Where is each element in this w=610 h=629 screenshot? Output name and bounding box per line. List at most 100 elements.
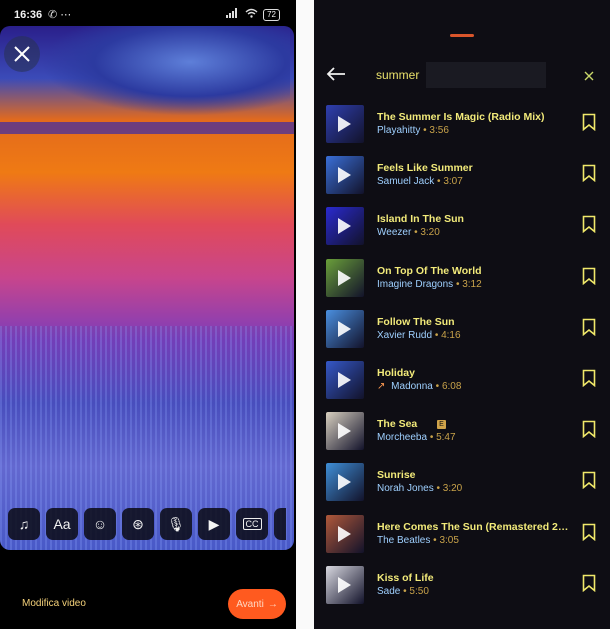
song-artist: Madonna (391, 380, 433, 392)
list-item[interactable]: Island In The Sun Weezer • 3:20 (326, 205, 604, 256)
song-meta: Imagine Dragons • 3:12 (377, 279, 482, 290)
song-artist: Norah Jones (377, 483, 434, 495)
album-art[interactable] (326, 565, 364, 604)
album-art[interactable] (326, 463, 364, 502)
close-icon (14, 46, 30, 62)
status-bar: 16:36 ✆ ⋯ 72 (0, 0, 296, 28)
album-art[interactable] (326, 207, 364, 246)
song-meta: The Beatles • 3:05 (377, 535, 459, 546)
play-icon (338, 167, 351, 184)
bookmark-button[interactable] (582, 113, 596, 136)
panel-divider (296, 0, 314, 629)
list-item[interactable]: On Top Of The World Imagine Dragons • 3:… (326, 257, 604, 308)
arrow-right-icon: → (267, 598, 278, 610)
text-icon: Aa (53, 516, 71, 532)
bookmark-button[interactable] (582, 523, 596, 546)
battery-indicator: 72 (263, 8, 280, 21)
song-title: The Sea (377, 418, 418, 431)
bookmark-button[interactable] (582, 574, 596, 597)
preview-shore (0, 122, 294, 134)
bookmark-button[interactable] (582, 420, 596, 443)
song-meta: ↗ Madonna • 6:08 (377, 381, 461, 392)
song-duration: 3:20 (420, 227, 440, 239)
sheet-drag-handle[interactable] (450, 34, 474, 37)
back-button[interactable] (326, 66, 346, 87)
song-duration: 5:50 (409, 585, 429, 597)
bookmark-button[interactable] (582, 471, 596, 494)
song-duration: 6:08 (441, 380, 462, 392)
bookmark-button[interactable] (582, 267, 596, 290)
song-duration: 3:12 (462, 278, 482, 290)
bookmark-icon (582, 574, 596, 592)
video-preview[interactable] (0, 26, 294, 550)
edit-video-link[interactable]: Modifica video (22, 598, 86, 609)
more-tools-button[interactable] (274, 508, 286, 540)
bookmark-icon (582, 216, 596, 234)
voiceover-button[interactable]: 🎙 (160, 508, 192, 540)
song-title: Kiss of Life (377, 571, 434, 584)
wifi-icon (245, 8, 258, 21)
album-art[interactable] (326, 105, 364, 143)
list-item[interactable]: Holiday ↗ Madonna • 6:08 (326, 359, 604, 410)
bookmark-icon (582, 369, 596, 388)
song-duration: 3:56 (429, 125, 449, 136)
captions-button[interactable]: CC (236, 508, 268, 540)
song-artist: Weezer (377, 227, 412, 239)
song-title: On Top Of The World (377, 264, 482, 277)
signal-icon (226, 8, 240, 21)
sticker-button[interactable]: ☺ (84, 508, 116, 540)
list-item[interactable]: Sunrise Norah Jones • 3:20 (326, 461, 604, 512)
clear-search-button[interactable] (584, 68, 594, 86)
status-time: 16:36 (14, 9, 43, 21)
add-clip-button[interactable]: ▶ (198, 508, 230, 540)
song-meta: Norah Jones • 3:20 (377, 483, 462, 494)
text-button[interactable]: Aa (46, 508, 78, 540)
list-item[interactable]: Kiss of Life Sade • 5:50 (326, 564, 604, 615)
bookmark-icon (582, 164, 596, 183)
song-title: Follow The Sun (377, 315, 455, 328)
play-icon (338, 116, 351, 132)
next-button[interactable]: Avanti → (228, 589, 286, 619)
music-button[interactable]: ♫ (8, 508, 40, 540)
effects-button[interactable]: ⊛ (122, 508, 154, 540)
bookmark-button[interactable] (582, 369, 596, 392)
list-item[interactable]: Here Comes The Sun (Remastered 20… The B… (326, 513, 604, 564)
song-artist: The Beatles (377, 534, 431, 546)
album-art[interactable] (326, 258, 364, 297)
song-title: Sunrise (377, 469, 416, 482)
song-title: Here Comes The Sun (Remastered 20… (377, 520, 573, 533)
close-button[interactable] (4, 36, 40, 72)
explicit-badge-icon: E (437, 420, 446, 430)
song-artist: Xavier Rudd (377, 329, 433, 341)
album-art[interactable] (326, 360, 364, 399)
captions-icon: CC (242, 518, 262, 530)
sticker-icon: ☺ (92, 516, 108, 532)
play-icon (338, 371, 351, 388)
close-icon (584, 71, 594, 81)
video-editor-panel: 16:36 ✆ ⋯ 72 ♫ Aa ☺ ⊛ � (0, 0, 296, 629)
album-art[interactable] (326, 514, 364, 553)
album-art[interactable] (326, 412, 364, 451)
song-meta: Xavier Rudd • 4:16 (377, 330, 461, 341)
song-artist: Sade (377, 585, 401, 597)
album-art[interactable] (326, 156, 364, 195)
album-art[interactable] (326, 309, 364, 348)
bookmark-button[interactable] (582, 164, 596, 187)
list-item[interactable]: Feels Like Summer Samuel Jack • 3:07 (326, 154, 604, 205)
play-icon (338, 576, 351, 593)
song-artist: Samuel Jack (377, 176, 435, 188)
music-search-panel: The Summer Is Magic (Radio Mix) Playahit… (314, 0, 610, 629)
list-item[interactable]: The Sea E Morcheeba • 5:47 (326, 410, 604, 461)
bookmark-button[interactable] (582, 215, 596, 238)
song-duration: 4:16 (441, 329, 461, 341)
status-right-icons: 72 (226, 8, 280, 21)
song-title: Feels Like Summer (377, 162, 473, 175)
bookmark-button[interactable] (582, 318, 596, 341)
search-input[interactable] (376, 62, 546, 88)
song-title: Island In The Sun (377, 213, 464, 226)
list-item[interactable]: The Summer Is Magic (Radio Mix) Playahit… (326, 103, 604, 154)
list-item[interactable]: Follow The Sun Xavier Rudd • 4:16 (326, 308, 604, 359)
editor-toolbar: ♫ Aa ☺ ⊛ 🎙 ▶ CC (8, 508, 286, 544)
song-meta: Samuel Jack • 3:07 (377, 176, 463, 187)
song-artist: Playahitty (377, 125, 421, 136)
